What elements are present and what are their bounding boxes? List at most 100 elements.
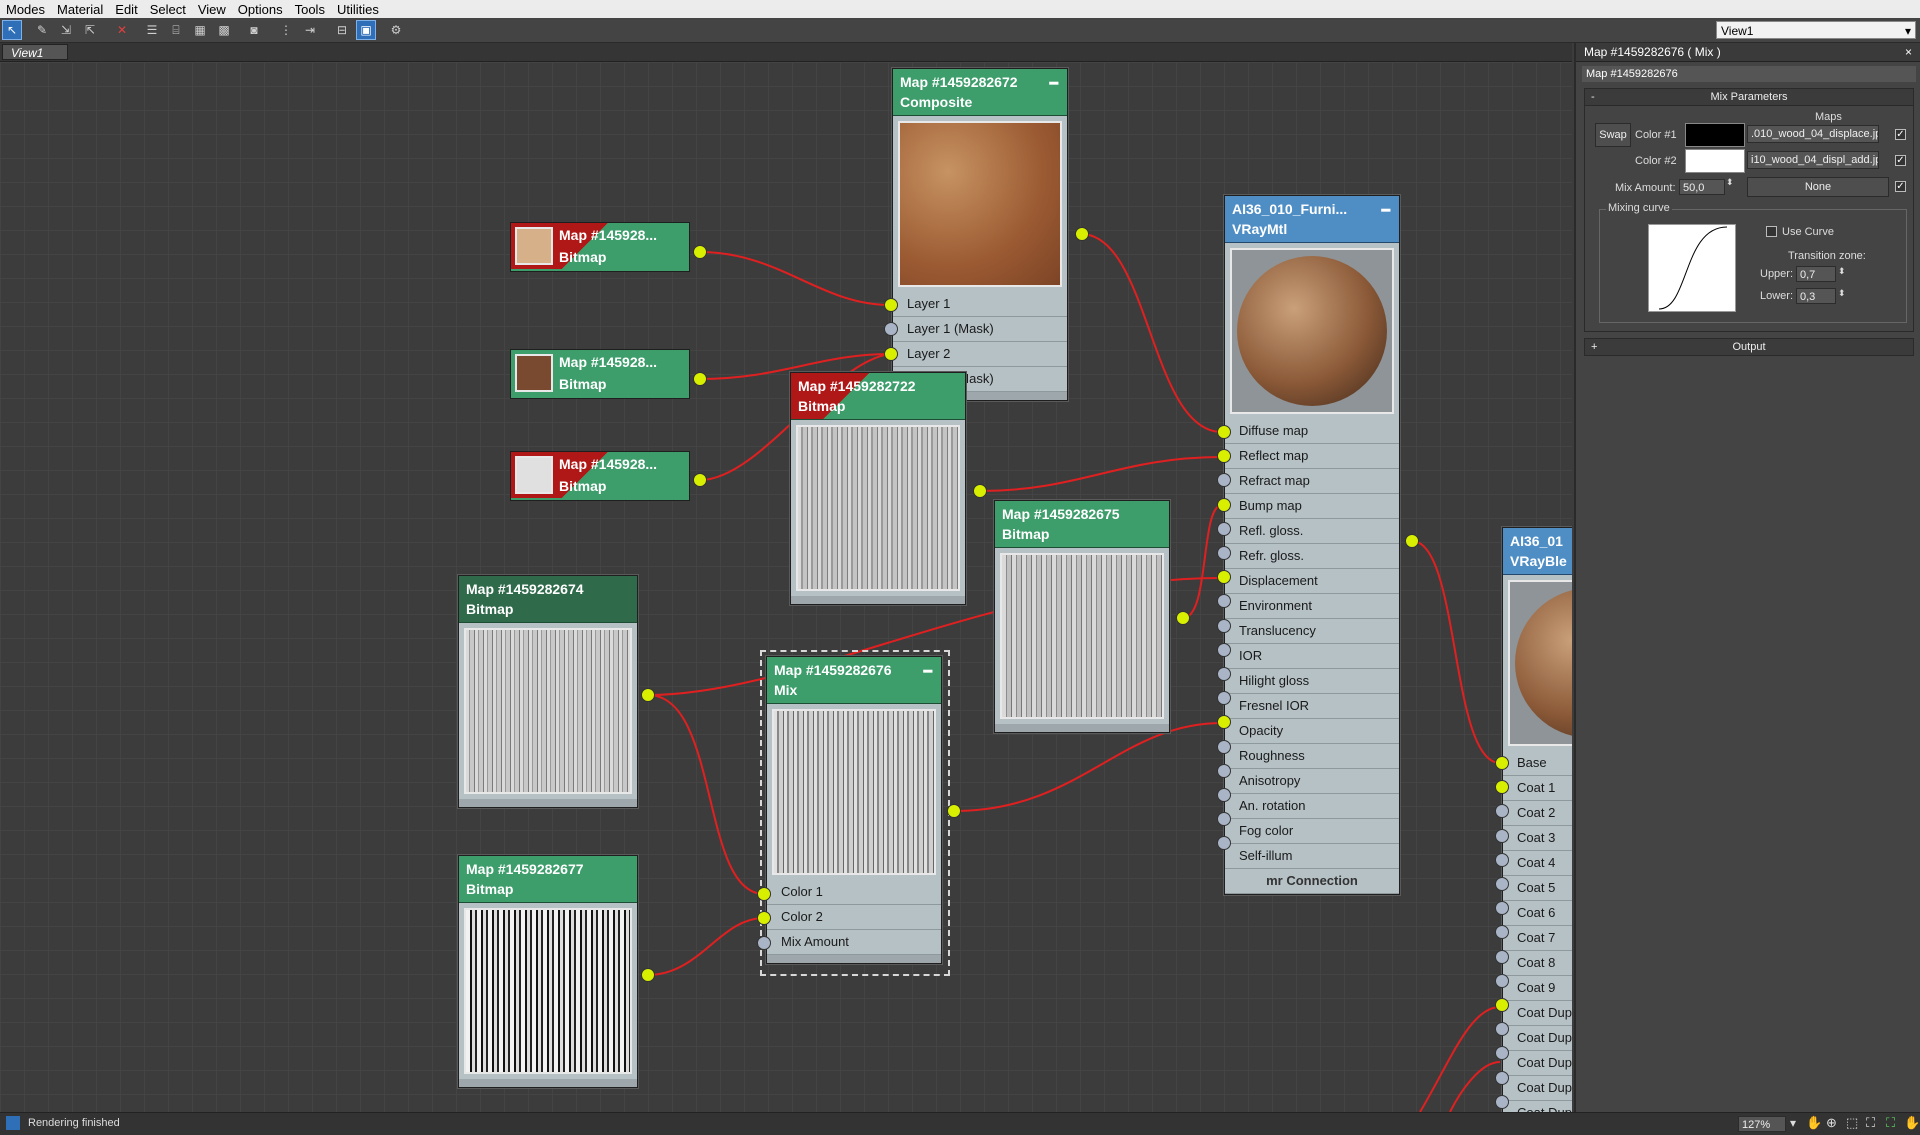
close-icon[interactable]: × [1905,43,1912,61]
view-select[interactable]: View1 ▾ [1716,21,1916,39]
socket-an-rotation[interactable] [1217,788,1231,802]
socket-coat-dup[interactable] [1495,1070,1509,1085]
lower-spinner[interactable]: 0,3 [1796,288,1836,304]
color2-map-checkbox[interactable]: ✓ [1895,155,1906,166]
socket-color2[interactable] [757,911,771,925]
lay-out-all-icon[interactable]: ▣ [356,20,376,40]
socket-anisotropy[interactable] [1217,763,1231,778]
color2-map-button[interactable]: i10_wood_04_displ_add.jpg) [1747,151,1879,169]
node-bitmap-2[interactable]: Map #145928... Bitmap [510,349,690,399]
mix-map-checkbox[interactable]: ✓ [1895,181,1906,192]
zoom-region-icon[interactable]: ⬚ [1846,1115,1858,1131]
mr-connection[interactable]: mr Connection [1225,869,1399,894]
socket-bm3-out[interactable] [693,473,707,487]
delete-icon[interactable]: ✕ [112,20,132,40]
layout-children-icon[interactable]: ⌸ [166,20,186,40]
menu-edit[interactable]: Edit [109,2,143,17]
socket-ior[interactable] [1217,642,1231,657]
socket-coat-8[interactable] [1495,949,1509,964]
node-bitmap-677[interactable]: Map #1459282677 Bitmap [458,855,638,1088]
node-header[interactable]: Map #1459282722 Bitmap [791,373,965,420]
paint-brush-icon[interactable]: ✎ [32,20,52,40]
socket-color1[interactable] [757,887,771,901]
collapse-icon[interactable]: ━ [1050,73,1058,93]
menu-select[interactable]: Select [144,2,192,17]
socket-bm675-out[interactable] [1176,611,1190,625]
swap-button[interactable]: Swap [1595,123,1631,147]
socket-translucency[interactable] [1217,618,1231,633]
rollout-header[interactable]: - Mix Parameters [1585,89,1913,106]
socket-bump-map[interactable] [1217,497,1231,512]
socket-bm677-out[interactable] [641,968,655,982]
pan-view-icon[interactable]: ✋ [1904,1115,1920,1131]
node-composite[interactable]: Map #1459282672 Composite ━ Layer 1 Layer … [892,68,1068,401]
node-header[interactable]: AI36_010_Furni... VRayMtl ━ [1225,196,1399,243]
socket-refr-gloss[interactable] [1217,546,1231,560]
material-editor-icon[interactable]: ▦ [190,20,210,40]
hide-unused-icon[interactable]: ⊟ [332,20,352,40]
socket-bm674-out[interactable] [641,688,655,702]
show-end-result-icon[interactable]: ⋮ [276,20,296,40]
select-icon[interactable]: ↖ [2,20,22,40]
mix-amount-spinner[interactable]: 50,0 [1679,179,1725,195]
chevron-down-icon[interactable]: ▾ [1790,1116,1796,1130]
use-curve-checkbox[interactable] [1766,226,1777,237]
socket-coat-dup[interactable] [1495,998,1509,1012]
spinner-arrows-icon[interactable]: ⬍ [1838,266,1846,277]
socket-composite-out[interactable] [1075,227,1089,241]
tab-view1[interactable]: View1 [2,44,68,60]
socket-roughness[interactable] [1217,739,1231,754]
menu-material[interactable]: Material [51,2,109,17]
zoom-selected-icon[interactable]: ⛶ [1886,1115,1895,1131]
show-background-icon[interactable]: ◙ [244,20,264,40]
show-map-icon[interactable]: ▩ [214,20,234,40]
pan-icon[interactable]: ✋ [1806,1115,1822,1131]
socket-coat-dup[interactable] [1495,1094,1509,1109]
menu-modes[interactable]: Modes [0,2,51,17]
socket-refl-gloss[interactable] [1217,521,1231,536]
node-header[interactable]: AI36_01 VRayBle [1503,528,1572,575]
collapse-icon[interactable]: ━ [1382,200,1390,220]
node-bitmap-674[interactable]: Map #1459282674 Bitmap [458,575,638,808]
node-bitmap-675[interactable]: Map #1459282675 Bitmap [994,500,1170,733]
assign-icon[interactable]: ⇲ [56,20,76,40]
mix-amount-map-button[interactable]: None [1747,177,1889,197]
menu-tools[interactable]: Tools [289,2,331,17]
node-mix[interactable]: Map #1459282676 Mix ━ Color 1 Color 2 Mix … [766,656,942,964]
rollout-header[interactable]: + Output [1585,339,1913,355]
spinner-arrows-icon[interactable]: ⬍ [1726,177,1734,188]
socket-coat-9[interactable] [1495,973,1509,988]
zoom-field[interactable]: 127% [1738,1116,1786,1132]
color1-map-button[interactable]: .010_wood_04_displace.jpg) [1747,125,1879,143]
upper-spinner[interactable]: 0,7 [1796,266,1836,282]
socket-layer2[interactable] [884,347,898,361]
socket-vraymtl-out[interactable] [1405,534,1419,548]
socket-bm722-out[interactable] [973,484,987,498]
node-bitmap-1[interactable]: Map #145928... Bitmap [510,222,690,272]
node-bitmap-3[interactable]: Map #145928... Bitmap [510,451,690,501]
menu-utilities[interactable]: Utilities [331,2,385,17]
socket-layer1-mask[interactable] [884,322,898,336]
socket-base[interactable] [1495,756,1509,770]
socket-diffuse-map[interactable] [1217,425,1231,439]
node-canvas[interactable]: Map #1459282672 Composite ━ Layer 1 Layer … [0,62,1572,1112]
socket-layer1[interactable] [884,298,898,312]
node-header[interactable]: Map #1459282672 Composite ━ [893,69,1067,116]
color2-swatch[interactable] [1685,149,1745,173]
menu-view[interactable]: View [192,2,232,17]
node-header[interactable]: Map #1459282674 Bitmap [459,576,637,623]
socket-mix-out[interactable] [947,804,961,818]
socket-coat-5[interactable] [1495,877,1509,891]
color1-swatch[interactable] [1685,123,1745,147]
spinner-arrows-icon[interactable]: ⬍ [1838,288,1846,299]
collapse-icon[interactable]: ━ [924,661,932,681]
pick-material-icon[interactable]: ⇱ [80,20,100,40]
node-header[interactable]: Map #1459282677 Bitmap [459,856,637,903]
socket-coat-3[interactable] [1495,828,1509,843]
node-vrayblend[interactable]: AI36_01 VRayBle Base Coat 1 Coat 2 Coat 3 Coa… [1502,527,1572,1112]
zoom-extents-icon[interactable]: ⛶ [1866,1115,1875,1131]
color1-map-checkbox[interactable]: ✓ [1895,129,1906,140]
zoom-icon[interactable]: ⊕ [1826,1115,1837,1131]
socket-mix-amount[interactable] [757,936,771,950]
socket-bm1-out[interactable] [693,245,707,259]
